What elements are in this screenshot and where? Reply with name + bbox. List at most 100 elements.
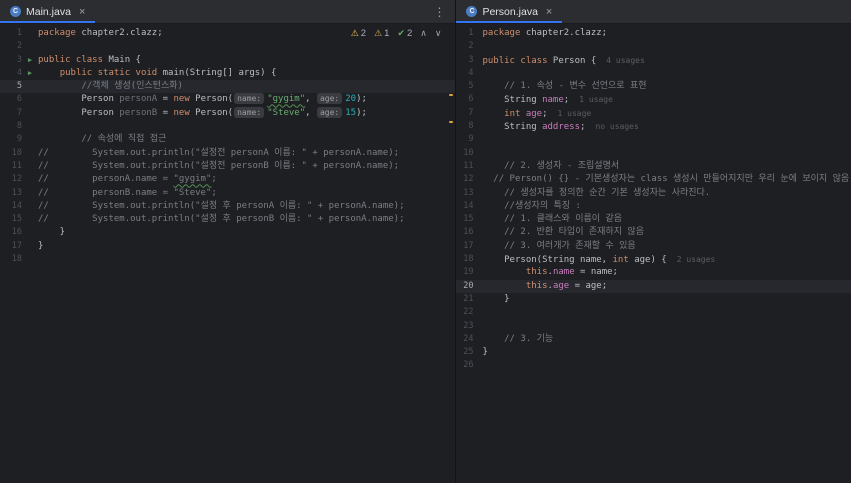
code-line[interactable]: 14 // System.out.println("설정 후 personA 이름…	[0, 200, 455, 213]
token-kw: public class	[482, 55, 553, 66]
code-line[interactable]: 12 // Person() {} - 기본생성자는 class 생성시 만들어…	[456, 173, 851, 186]
code-line[interactable]: 9 // 속성에 직접 접근	[0, 133, 455, 146]
code-line[interactable]: 22	[456, 306, 851, 319]
tab-main-java[interactable]: C Main.java ×	[0, 0, 96, 23]
previous-problem-icon[interactable]: ∧	[420, 29, 427, 38]
token-gray: personA	[119, 94, 158, 105]
token-def: String	[482, 95, 543, 106]
code-editor-person[interactable]: 1 package chapter2.clazz; 2 3 public class P…	[456, 24, 851, 483]
token-cmt: // personB.name = "Steve";	[38, 187, 217, 198]
gutter-spacer	[22, 226, 38, 239]
code-line[interactable]: 8 String address; no usages	[456, 120, 851, 133]
gutter-spacer	[22, 240, 38, 253]
gutter-spacer	[473, 213, 482, 226]
code-line[interactable]: 13 // personB.name = "Steve";	[0, 187, 455, 200]
code-line[interactable]: 18 Person(String name, int age) {2 usage…	[456, 253, 851, 266]
code-line[interactable]: 21 }	[456, 293, 851, 306]
token-def: ,	[305, 94, 316, 105]
line-number: 21	[463, 293, 474, 304]
code-line[interactable]: 20 this.age = age;	[456, 279, 851, 293]
close-icon[interactable]: ×	[79, 6, 85, 18]
line-number: 1	[16, 28, 22, 38]
run-icon[interactable]: ▶	[22, 67, 38, 80]
token-def: ;	[563, 95, 570, 106]
code-line[interactable]: 11 // System.out.println("설정전 personB 이름:…	[0, 160, 455, 173]
code-line[interactable]: 6 String name; 1 usage	[456, 93, 851, 106]
code-line[interactable]: 10	[456, 147, 851, 160]
next-problem-icon[interactable]: ∨	[435, 29, 442, 38]
line-number: 11	[463, 160, 474, 171]
gutter-spacer	[22, 173, 38, 186]
gutter-spacer	[473, 40, 482, 53]
gutter-spacer	[473, 93, 482, 106]
code-text: public static void main(String[] args) {	[38, 67, 277, 80]
tab-person-java[interactable]: C Person.java ×	[456, 0, 563, 23]
code-text: // System.out.println("설정전 personA 이름: "…	[38, 147, 399, 160]
code-text: // personB.name = "Steve";	[38, 187, 217, 200]
code-editor-main[interactable]: 1 package chapter2.clazz; 2 3 ▶ public class …	[0, 24, 456, 483]
code-text: // Person() {} - 기본생성자는 class 생성시 만들어지지만…	[482, 173, 849, 186]
code-line[interactable]: 23	[456, 320, 851, 333]
more-options-icon[interactable]: ⋮	[424, 5, 455, 19]
token-def: chapter2.clazz;	[75, 28, 163, 38]
code-line[interactable]: 26	[456, 359, 851, 372]
code-text: String address; no usages	[482, 120, 639, 133]
token-def: main(String[] args) {	[162, 67, 277, 78]
code-line[interactable]: 1 package chapter2.clazz;	[456, 27, 851, 40]
code-line[interactable]: 9	[456, 133, 851, 146]
line-number: 13	[463, 187, 474, 198]
code-line[interactable]: 19 this.name = name;	[456, 266, 851, 279]
ok-indicator[interactable]: ✔ 2	[397, 28, 412, 39]
code-line[interactable]: 7 int age; 1 usage	[456, 107, 851, 120]
code-line[interactable]: 5 // 1. 속성 - 변수 선언으로 표현	[456, 80, 851, 93]
code-line[interactable]: 3 public class Person {4 usages	[456, 54, 851, 67]
token-def: Person {	[552, 55, 597, 66]
code-line[interactable]: 18	[0, 253, 455, 266]
ok-count: 2	[406, 28, 413, 39]
token-def: =	[157, 107, 174, 118]
code-line[interactable]: 3 ▶ public class Main {	[0, 54, 455, 67]
code-line[interactable]: 4 ▶ public static void main(String[] args…	[0, 67, 455, 80]
code-line[interactable]: 2	[456, 40, 851, 53]
code-line[interactable]: 12 // personA.name = "gygim";	[0, 173, 455, 186]
code-text: // 2. 생성자 - 조립설명서	[482, 160, 619, 173]
code-line[interactable]: 2	[0, 40, 455, 53]
code-line[interactable]: 8	[0, 120, 455, 133]
code-line[interactable]: 25}	[456, 346, 851, 359]
line-number: 5	[468, 81, 474, 92]
code-line[interactable]: 7 Person personB = new Person(name: "Stev…	[0, 106, 455, 120]
line-number: 24	[463, 333, 474, 344]
token-def	[482, 267, 525, 277]
run-icon[interactable]: ▶	[22, 54, 38, 67]
code-line[interactable]: 16 // 2. 반환 타입이 존재하지 않음	[456, 226, 851, 239]
code-line[interactable]: 15 // System.out.println("설정 후 personB 이름…	[0, 213, 455, 226]
close-icon[interactable]: ×	[546, 6, 552, 18]
weak-warnings-indicator[interactable]: ⚠ 1	[374, 28, 389, 39]
code-text: }	[38, 240, 43, 253]
code-line[interactable]: 10 // System.out.println("설정전 personA 이름:…	[0, 147, 455, 160]
warnings-indicator[interactable]: ⚠ 2	[351, 28, 366, 39]
code-line[interactable]: 11 // 2. 생성자 - 조립설명서	[456, 160, 851, 173]
line-number: 7	[468, 107, 474, 118]
code-line[interactable]: 6 Person personA = new Person(name: "gygi…	[0, 93, 455, 106]
code-line[interactable]: 14 //생성자의 특징 :	[456, 200, 851, 213]
token-num: 15	[345, 107, 357, 118]
code-text: int age; 1 usage	[482, 107, 591, 120]
token-def: }	[482, 347, 488, 358]
line-number: 11	[11, 160, 22, 171]
gutter-spacer	[473, 67, 482, 80]
code-line[interactable]: 16 }	[0, 226, 455, 239]
code-line[interactable]: 4	[456, 67, 851, 80]
weak-warning-icon: ⚠	[374, 28, 383, 38]
token-kw: public static void	[59, 67, 163, 78]
line-number: 1	[468, 28, 474, 38]
code-line[interactable]: 24 // 3. 기능	[456, 333, 851, 346]
code-line[interactable]: 17}	[0, 240, 455, 253]
gutter-spacer	[473, 320, 482, 333]
gutter-spacer	[22, 120, 38, 133]
code-line[interactable]: 5 //객체 생성(인스턴스화)	[0, 80, 456, 94]
code-line[interactable]: 13 // 생성자를 정의한 순간 기본 생성자는 사라진다.	[456, 187, 851, 200]
code-line[interactable]: 17 // 3. 여러개가 존재할 수 있음	[456, 240, 851, 253]
line-number: 6	[468, 94, 474, 105]
code-line[interactable]: 15 // 1. 클래스와 이름이 같음	[456, 213, 851, 226]
